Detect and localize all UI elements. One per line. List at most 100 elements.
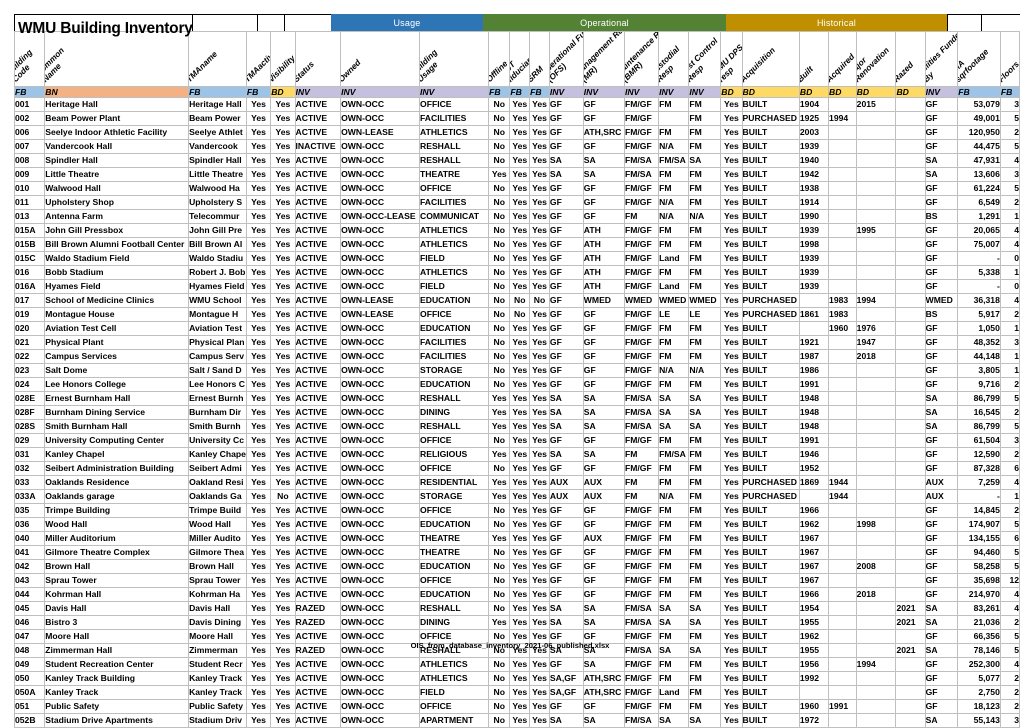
cell[interactable]: GF <box>548 349 584 364</box>
cell[interactable]: OWN-OCC <box>340 419 421 434</box>
cell[interactable] <box>895 111 926 126</box>
cell[interactable]: Yes <box>720 461 743 476</box>
cell[interactable]: - <box>957 489 1001 504</box>
cell[interactable] <box>828 461 857 476</box>
cell[interactable]: N/A <box>688 363 722 378</box>
cell[interactable]: Yes <box>529 685 550 700</box>
cell[interactable]: Kanley Chapel <box>44 447 190 462</box>
cell[interactable]: OWN-OCC <box>340 279 421 294</box>
cell[interactable]: 042 <box>13 559 46 574</box>
cell[interactable] <box>855 475 897 490</box>
cell[interactable]: SA <box>582 615 625 630</box>
cell[interactable]: 1 <box>999 209 1020 224</box>
table-row[interactable]: 001 Heritage Hall Heritage Hall Yes Yes ACTIV… <box>13 97 1020 112</box>
cell[interactable]: 024 <box>13 377 46 392</box>
cell[interactable] <box>828 97 857 112</box>
cell[interactable]: BUILT <box>741 405 800 420</box>
cell[interactable]: 75,007 <box>957 237 1001 252</box>
cell[interactable]: 1,050 <box>957 321 1001 336</box>
cell[interactable] <box>895 335 926 350</box>
cell[interactable]: GF <box>582 209 625 224</box>
column-header-status[interactable]: Status <box>294 31 342 87</box>
cell[interactable]: Yes <box>720 251 743 266</box>
cell[interactable] <box>658 111 690 126</box>
cell[interactable]: GF <box>924 335 959 350</box>
cell[interactable]: WMU School <box>188 293 247 308</box>
cell[interactable]: STORAGE <box>419 489 490 504</box>
cell[interactable] <box>895 699 926 714</box>
cell[interactable]: Yes <box>488 475 511 490</box>
cell[interactable]: FM/GF <box>623 125 660 140</box>
cell[interactable]: SA <box>548 405 584 420</box>
column-header-acquisition[interactable]: Acquisition <box>741 31 800 87</box>
cell[interactable]: Yes <box>720 419 743 434</box>
cell[interactable]: 010 <box>13 181 46 196</box>
cell[interactable]: FM/GF <box>623 251 660 266</box>
cell[interactable]: 2021 <box>895 601 926 616</box>
cell[interactable]: Hyames Field <box>44 279 190 294</box>
cell[interactable]: OWN-OCC <box>340 167 421 182</box>
cell[interactable]: Miller Audito <box>188 531 247 546</box>
cell[interactable]: BUILT <box>741 377 800 392</box>
cell[interactable]: FM <box>623 447 660 462</box>
cell[interactable] <box>828 167 857 182</box>
cell[interactable]: 5 <box>999 419 1020 434</box>
cell[interactable]: 1939 <box>798 265 830 280</box>
cell[interactable]: Yes <box>245 97 272 112</box>
cell[interactable]: No <box>488 363 511 378</box>
cell[interactable]: 35,698 <box>957 573 1001 588</box>
cell[interactable]: FM <box>688 587 722 602</box>
cell[interactable]: 022 <box>13 349 46 364</box>
cell[interactable]: Yes <box>720 265 743 280</box>
cell[interactable]: GF <box>548 139 584 154</box>
cell[interactable]: OFFICE <box>419 433 490 448</box>
cell[interactable]: OWN-OCC <box>340 685 421 700</box>
cell[interactable]: Yes <box>270 615 296 630</box>
cell[interactable]: 1998 <box>798 237 830 252</box>
cell[interactable]: 001 <box>13 97 46 112</box>
table-row[interactable]: 028S Smith Burnham Hall Smith Burnh Yes Yes A… <box>13 419 1020 434</box>
cell[interactable]: GF <box>924 321 959 336</box>
cell[interactable]: Yes <box>245 293 272 308</box>
cell[interactable]: 2003 <box>798 125 830 140</box>
cell[interactable] <box>828 279 857 294</box>
cell[interactable]: FM <box>688 97 722 112</box>
cell[interactable]: BUILT <box>741 167 800 182</box>
cell[interactable]: Yes <box>720 503 743 518</box>
cell[interactable] <box>855 713 897 728</box>
cell[interactable] <box>828 573 857 588</box>
cell[interactable]: Yes <box>529 517 550 532</box>
cell[interactable]: BUILT <box>741 573 800 588</box>
cell[interactable]: 1966 <box>798 587 830 602</box>
cell[interactable]: ACTIVE <box>294 405 342 420</box>
cell[interactable]: No <box>488 153 511 168</box>
cell[interactable]: SA <box>582 391 625 406</box>
cell[interactable]: PURCHASED <box>741 293 800 308</box>
cell[interactable]: GF <box>548 461 584 476</box>
cell[interactable]: Yes <box>529 377 550 392</box>
cell[interactable]: FM/GF <box>623 265 660 280</box>
cell[interactable]: Yes <box>529 531 550 546</box>
cell[interactable]: No <box>529 293 550 308</box>
cell[interactable]: OFFICE <box>419 573 490 588</box>
cell[interactable]: SA <box>548 153 584 168</box>
cell[interactable]: Yes <box>509 335 531 350</box>
cell[interactable]: 1939 <box>798 223 830 238</box>
cell[interactable]: GF <box>924 97 959 112</box>
cell[interactable]: FM <box>688 139 722 154</box>
cell[interactable]: FM <box>688 573 722 588</box>
cell[interactable] <box>828 601 857 616</box>
cell[interactable]: RESHALL <box>419 391 490 406</box>
cell[interactable]: FM <box>658 461 690 476</box>
table-row[interactable]: 016 Bobb Stadium Robert J. Bob Yes Yes ACTIVE… <box>13 265 1020 280</box>
cell[interactable]: 1967 <box>798 559 830 574</box>
cell[interactable]: No <box>488 279 511 294</box>
cell[interactable]: Smith Burnham Hall <box>44 419 190 434</box>
cell[interactable]: GF <box>548 293 584 308</box>
cell[interactable]: Montague H <box>188 307 247 322</box>
cell[interactable]: Davis Hall <box>188 601 247 616</box>
cell[interactable]: 1946 <box>798 447 830 462</box>
cell[interactable]: RESHALL <box>419 419 490 434</box>
cell[interactable]: Yes <box>509 713 531 728</box>
cell[interactable]: N/A <box>658 363 690 378</box>
